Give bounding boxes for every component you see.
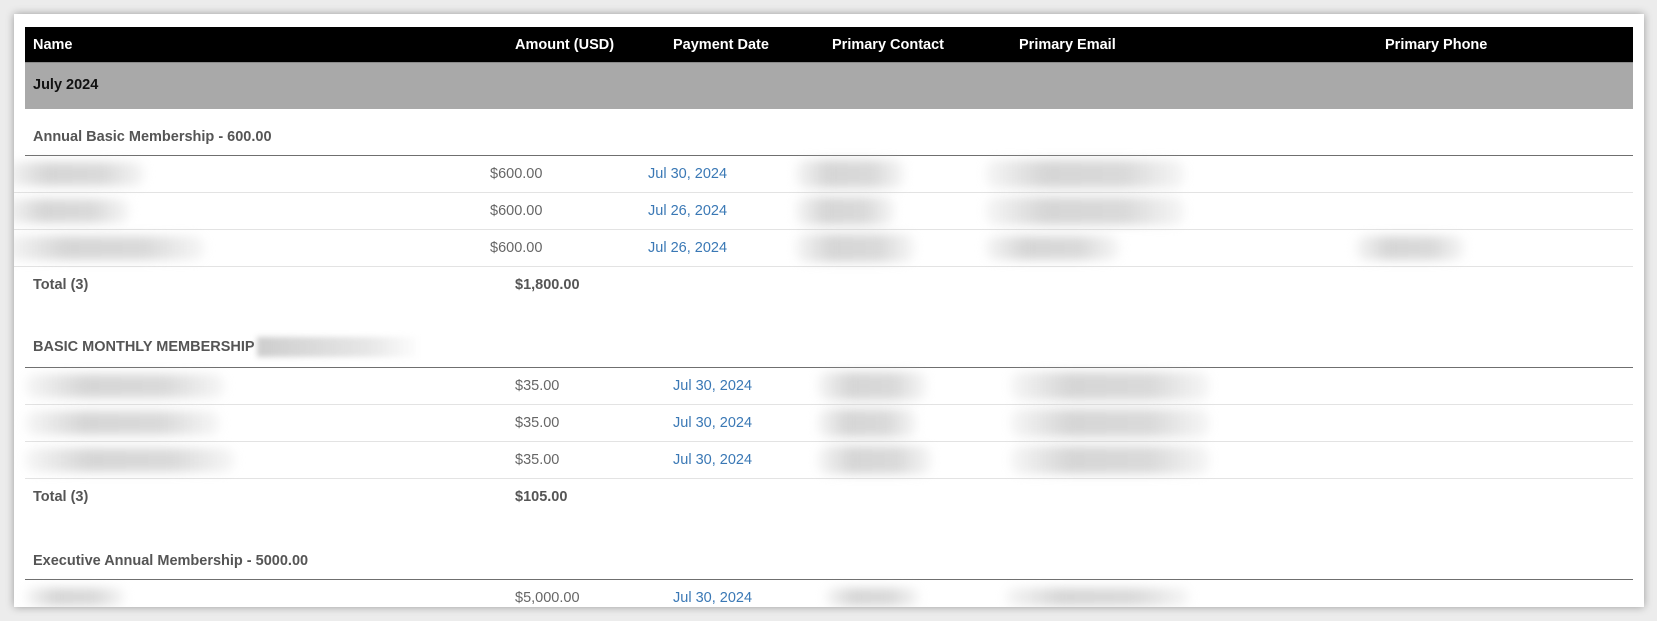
redacted-contact <box>795 160 905 188</box>
redacted-price <box>256 337 417 357</box>
amount-cell: $600.00 <box>490 240 543 256</box>
total-amount: $1,800.00 <box>515 277 580 293</box>
redacted-email <box>1005 588 1190 606</box>
redacted-name <box>25 374 225 398</box>
redacted-contact <box>825 588 920 606</box>
payment-date-link[interactable]: Jul 30, 2024 <box>648 166 727 182</box>
payment-date-link[interactable]: Jul 30, 2024 <box>673 415 752 431</box>
payment-date-link[interactable]: Jul 26, 2024 <box>648 240 727 256</box>
membership-group-title: BASIC MONTHLY MEMBERSHIP <box>25 321 1633 368</box>
membership-group-title: Annual Basic Membership - 600.00 <box>25 109 1633 156</box>
table-row: $600.00 Jul 26, 2024 <box>14 230 1633 267</box>
amount-cell: $600.00 <box>490 166 543 182</box>
amount-cell: $600.00 <box>490 203 543 219</box>
table-header: Name Amount (USD) Payment Date Primary C… <box>25 27 1633 62</box>
group-title-label: BASIC MONTHLY MEMBERSHIP <box>33 337 417 357</box>
total-label: Total (3) <box>33 489 89 505</box>
redacted-email <box>1010 409 1210 437</box>
redacted-name <box>14 162 145 186</box>
redacted-email <box>1010 446 1210 474</box>
redacted-contact <box>795 197 895 225</box>
column-header-name[interactable]: Name <box>33 37 73 53</box>
redacted-name <box>25 448 235 472</box>
table-row: $5,000.00 Jul 30, 2024 <box>25 580 1633 607</box>
redacted-phone <box>1355 236 1465 260</box>
month-group-header: July 2024 <box>25 62 1633 109</box>
group-title-text: BASIC MONTHLY MEMBERSHIP <box>33 338 255 355</box>
amount-cell: $5,000.00 <box>515 590 580 606</box>
total-amount: $105.00 <box>515 489 568 505</box>
payment-date-link[interactable]: Jul 30, 2024 <box>673 378 752 394</box>
column-header-payment-date[interactable]: Payment Date <box>673 37 769 53</box>
redacted-email <box>985 160 1185 188</box>
group-total-row: Total (3) $105.00 <box>25 479 1633 515</box>
report-card: Name Amount (USD) Payment Date Primary C… <box>14 14 1644 607</box>
redacted-contact <box>817 409 917 437</box>
redacted-name <box>14 199 130 223</box>
membership-group-title: Executive Annual Membership - 5000.00 <box>25 533 1633 580</box>
redacted-contact <box>817 372 927 400</box>
table-row: $600.00 Jul 26, 2024 <box>14 193 1633 230</box>
payment-date-link[interactable]: Jul 30, 2024 <box>673 452 752 468</box>
column-header-amount[interactable]: Amount (USD) <box>515 37 614 53</box>
redacted-email <box>985 236 1120 260</box>
redacted-contact <box>795 234 915 262</box>
table-row: $35.00 Jul 30, 2024 <box>25 442 1633 479</box>
total-label: Total (3) <box>33 277 89 293</box>
column-header-primary-contact[interactable]: Primary Contact <box>832 37 944 53</box>
table-row: $35.00 Jul 30, 2024 <box>25 405 1633 442</box>
payment-date-link[interactable]: Jul 26, 2024 <box>648 203 727 219</box>
amount-cell: $35.00 <box>515 415 560 431</box>
payments-report-table: Name Amount (USD) Payment Date Primary C… <box>14 27 1633 607</box>
redacted-contact <box>817 446 932 474</box>
redacted-name <box>25 588 125 606</box>
redacted-email <box>985 197 1185 225</box>
amount-cell: $35.00 <box>515 378 560 394</box>
redacted-email <box>1010 372 1210 400</box>
redacted-name <box>14 236 205 260</box>
group-title-label: Annual Basic Membership - 600.00 <box>33 129 272 145</box>
column-header-primary-phone[interactable]: Primary Phone <box>1385 37 1487 53</box>
group-total-row: Total (3) $1,800.00 <box>25 267 1633 303</box>
payment-date-link[interactable]: Jul 30, 2024 <box>673 590 752 606</box>
month-label: July 2024 <box>33 77 99 93</box>
group-title-label: Executive Annual Membership - 5000.00 <box>33 553 309 569</box>
table-row: $35.00 Jul 30, 2024 <box>25 368 1633 405</box>
redacted-name <box>25 411 220 435</box>
table-row: $600.00 Jul 30, 2024 <box>14 156 1633 193</box>
amount-cell: $35.00 <box>515 452 560 468</box>
column-header-primary-email[interactable]: Primary Email <box>1019 37 1116 53</box>
